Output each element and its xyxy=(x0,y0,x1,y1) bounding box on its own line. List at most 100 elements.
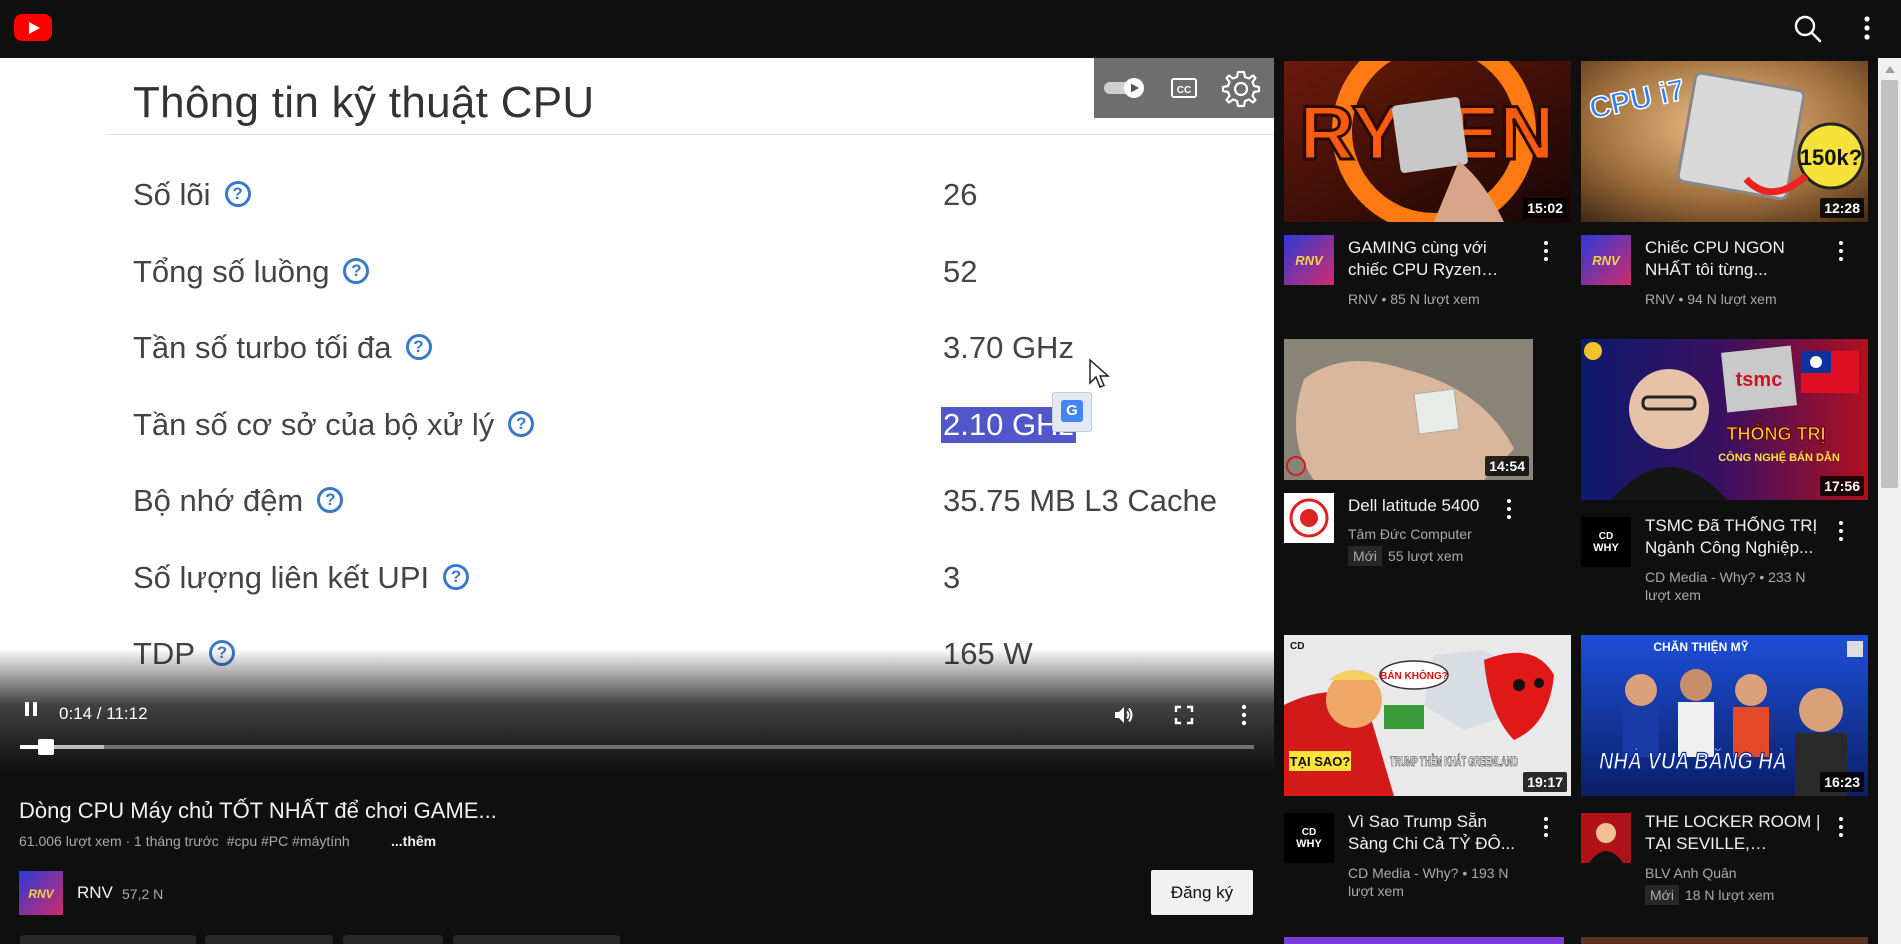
svg-text:CHĂN THIỆN MỸ: CHĂN THIỆN MỸ xyxy=(1653,639,1748,654)
settings-gear-icon[interactable] xyxy=(1220,68,1262,110)
recommended-video-card[interactable]: RYZEN 15:02 RNV GAMING cùng với chiếc CP… xyxy=(1284,61,1584,331)
video-duration: 15:02 xyxy=(1523,198,1567,218)
spec-value: 3.70 GHz xyxy=(943,330,1074,365)
recommended-channel-name[interactable]: RNV xyxy=(1645,291,1675,307)
video-tags[interactable]: #cpu #PC #máytính xyxy=(227,833,350,849)
scrollbar-thumb[interactable] xyxy=(1881,80,1898,488)
recommended-video-card[interactable]: tsmc THỐNG TRỊ CÔNG NGHỆ BÁN DẪN 17:56 C… xyxy=(1581,339,1881,609)
recommended-video-title[interactable]: Chiếc CPU NGON NHẤT tôi từng... xyxy=(1645,237,1823,281)
more-vertical-icon[interactable] xyxy=(1829,239,1853,263)
recommended-channel-name[interactable]: Tâm Đức Computer xyxy=(1348,525,1528,543)
channel-avatar[interactable]: CD WHY xyxy=(1581,517,1631,567)
page-scrollbar[interactable] xyxy=(1878,58,1901,944)
svg-text:CD: CD xyxy=(1290,641,1304,652)
recommended-channel-name[interactable]: CD Media - Why? xyxy=(1348,865,1458,881)
help-icon: ? xyxy=(443,563,470,590)
spec-label: Số lượng liên kết UPI? xyxy=(133,560,470,596)
spec-row: Số lõi? 26 xyxy=(0,171,1274,231)
video-thumbnail-partial[interactable] xyxy=(1284,937,1564,944)
recommended-video-card[interactable]: 14:54 Dell latitude 5400 Tâm Đức Compute… xyxy=(1284,339,1584,609)
more-vertical-icon[interactable] xyxy=(1534,815,1558,839)
pause-button[interactable] xyxy=(22,700,40,718)
recommended-video-meta: CD Media - Why? • 193 N lượt xem xyxy=(1348,865,1509,899)
recommended-view-count: 94 N lượt xem xyxy=(1687,291,1777,307)
subscribe-button[interactable]: Đăng ký xyxy=(1151,870,1253,915)
player-more-icon[interactable] xyxy=(1232,703,1256,727)
spec-row: Tần số turbo tối đa? 3.70 GHz xyxy=(0,324,1274,384)
player-controls-gradient xyxy=(0,648,1274,775)
channel-avatar[interactable] xyxy=(1284,493,1334,543)
channel-avatar[interactable] xyxy=(1581,813,1631,863)
svg-text:RNV: RNV xyxy=(1592,253,1621,268)
recommended-video-meta: BLV Anh Quân Mới 18 N lượt xem xyxy=(1645,864,1825,905)
fullscreen-icon[interactable] xyxy=(1172,703,1196,727)
action-chip[interactable] xyxy=(205,935,333,944)
video-thumbnail-partial[interactable] xyxy=(1581,937,1868,944)
spec-row: Số lượng liên kết UPI? 3 xyxy=(0,554,1274,614)
svg-text:TẠI SAO?: TẠI SAO? xyxy=(1290,754,1351,769)
svg-text:CD: CD xyxy=(1302,827,1316,838)
more-vertical-icon[interactable] xyxy=(1534,239,1558,263)
recommended-video-title[interactable]: THE LOCKER ROOM | TẠI SEVILLE, BARÇA... xyxy=(1645,811,1823,855)
show-more-link[interactable]: ...thêm xyxy=(391,833,436,849)
recommended-video-card[interactable]: CHĂN THIỆN MỸ NHÀ VUA BĂNG HÀ 16:23 THE … xyxy=(1581,635,1881,905)
captions-icon[interactable]: CC xyxy=(1170,74,1198,102)
video-thumbnail[interactable]: BÁN KHÔNG? TẠI SAO? TRUMP THÈM KHÁT GREE… xyxy=(1284,635,1571,796)
time-display: 0:14 / 11:12 xyxy=(59,704,148,723)
video-duration: 19:17 xyxy=(1523,772,1567,792)
view-count-date: 61.006 lượt xem · 1 tháng trước xyxy=(19,833,219,849)
spec-table-title: Thông tin kỹ thuật CPU xyxy=(133,78,595,127)
video-thumbnail[interactable]: CPU i7 150k? 12:28 xyxy=(1581,61,1868,222)
channel-avatar[interactable]: RNV xyxy=(1581,235,1631,285)
recommended-video-card[interactable]: CPU i7 150k? 12:28 RNV Chiếc CPU NGON NH… xyxy=(1581,61,1881,331)
search-icon[interactable] xyxy=(1793,14,1823,44)
recommended-channel-name[interactable]: BLV Anh Quân xyxy=(1645,864,1825,882)
player-top-controls: CC xyxy=(1094,58,1274,118)
spec-label: Bộ nhớ đệm? xyxy=(133,483,344,519)
channel-avatar[interactable]: RNV xyxy=(19,871,63,915)
progress-scrubber-handle[interactable] xyxy=(37,739,54,755)
help-icon: ? xyxy=(508,410,535,437)
video-meta: 61.006 lượt xem · 1 tháng trước #cpu #PC … xyxy=(19,833,350,849)
action-chip[interactable] xyxy=(343,935,443,944)
spec-row: Bộ nhớ đệm? 35.75 MB L3 Cache xyxy=(0,477,1274,537)
recommended-video-title[interactable]: GAMING cùng với chiếc CPU Ryzen yếu... xyxy=(1348,237,1526,281)
svg-text:RNV: RNV xyxy=(28,887,54,901)
recommended-view-count: 85 N lượt xem xyxy=(1390,291,1480,307)
volume-icon[interactable] xyxy=(1112,703,1136,727)
recommended-channel-name[interactable]: CD Media - Why? xyxy=(1645,569,1755,585)
more-vertical-icon[interactable] xyxy=(1855,14,1879,44)
video-player[interactable]: Thông tin kỹ thuật CPU Số lõi? 26 Tổng s… xyxy=(0,58,1274,775)
video-thumbnail[interactable]: RYZEN 15:02 xyxy=(1284,61,1571,222)
recommended-video-title[interactable]: TSMC Đã THỐNG TRỊ Ngành Công Nghiệp... xyxy=(1645,515,1823,559)
spec-value: 52 xyxy=(943,254,978,289)
video-thumbnail[interactable]: CHĂN THIỆN MỸ NHÀ VUA BĂNG HÀ 16:23 xyxy=(1581,635,1868,796)
recommended-view-count: 55 lượt xem xyxy=(1387,548,1464,564)
channel-avatar[interactable]: RNV xyxy=(1284,235,1334,285)
autoplay-toggle[interactable] xyxy=(1104,77,1146,99)
more-vertical-icon[interactable] xyxy=(1829,815,1853,839)
scroll-up-arrow-icon[interactable] xyxy=(1885,66,1895,73)
recommended-view-count: 18 N lượt xem xyxy=(1684,887,1775,903)
action-chip[interactable] xyxy=(20,935,196,944)
video-title[interactable]: Dòng CPU Máy chủ TỐT NHẤT để chơi GAME..… xyxy=(19,798,497,824)
spec-label: Tần số turbo tối đa? xyxy=(133,330,432,366)
progress-bar[interactable] xyxy=(20,739,1254,755)
more-vertical-icon[interactable] xyxy=(1829,519,1853,543)
spec-value: 35.75 MB L3 Cache xyxy=(943,483,1218,518)
recommended-video-meta: RNV • 94 N lượt xem xyxy=(1645,291,1777,307)
more-vertical-icon[interactable] xyxy=(1497,497,1521,521)
channel-avatar[interactable]: CD WHY xyxy=(1284,813,1334,863)
help-icon: ? xyxy=(317,486,344,513)
help-icon: ? xyxy=(343,257,370,284)
video-thumbnail[interactable]: tsmc THỐNG TRỊ CÔNG NGHỆ BÁN DẪN 17:56 xyxy=(1581,339,1868,500)
top-bar xyxy=(0,0,1901,58)
video-thumbnail[interactable]: 14:54 xyxy=(1284,339,1533,480)
recommended-video-card[interactable]: BÁN KHÔNG? TẠI SAO? TRUMP THÈM KHÁT GREE… xyxy=(1284,635,1584,905)
recommended-video-title[interactable]: Vì Sao Trump Sẵn Sàng Chi Cả TỶ ĐÔ... xyxy=(1348,811,1526,855)
recommended-channel-name[interactable]: RNV xyxy=(1348,291,1378,307)
youtube-logo-icon[interactable] xyxy=(14,14,52,41)
channel-name[interactable]: RNV xyxy=(77,883,113,903)
action-chip[interactable] xyxy=(453,935,620,944)
svg-text:BÁN KHÔNG?: BÁN KHÔNG? xyxy=(1380,669,1448,682)
